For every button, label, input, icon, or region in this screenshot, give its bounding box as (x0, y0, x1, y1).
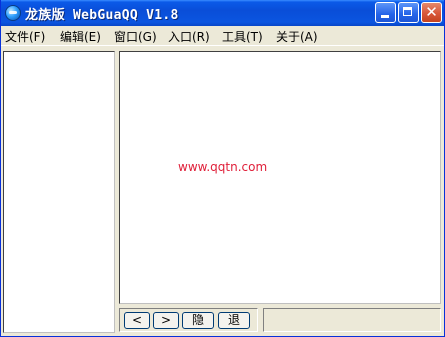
minimize-button[interactable] (375, 2, 396, 23)
menu-file[interactable]: 文件(F) (5, 28, 45, 45)
app-window: 龙族版 WebGuaQQ V1.8 ✕ 文件(F) 编辑(E) 窗口(G) 入口… (0, 0, 445, 337)
hide-button[interactable]: 隐 (182, 312, 214, 329)
status-bar (263, 308, 441, 332)
title-bar[interactable]: 龙族版 WebGuaQQ V1.8 ✕ (1, 0, 444, 26)
menu-bar: 文件(F) 编辑(E) 窗口(G) 入口(R) 工具(T) 关于(A) (1, 26, 444, 46)
nav-button-group: < > 隐 退 (119, 308, 258, 332)
menu-window[interactable]: 窗口(G) (114, 28, 157, 45)
minimize-icon (381, 15, 389, 18)
forward-button[interactable]: > (153, 312, 179, 329)
exit-button[interactable]: 退 (218, 312, 250, 329)
close-button[interactable]: ✕ (421, 2, 442, 23)
maximize-button[interactable] (398, 2, 419, 23)
menu-tools[interactable]: 工具(T) (222, 28, 263, 45)
back-button[interactable]: < (124, 312, 150, 329)
menu-about[interactable]: 关于(A) (276, 28, 318, 45)
menu-entry[interactable]: 入口(R) (168, 28, 210, 45)
main-content-panel[interactable]: www.qqtn.com (119, 51, 441, 304)
site-watermark: www.qqtn.com (178, 160, 268, 174)
left-list-panel[interactable] (3, 51, 115, 333)
close-icon: ✕ (425, 3, 438, 21)
menu-edit[interactable]: 编辑(E) (60, 28, 101, 45)
app-logo-icon[interactable] (5, 5, 21, 21)
window-title: 龙族版 WebGuaQQ V1.8 (25, 8, 179, 23)
maximize-icon (403, 7, 412, 16)
